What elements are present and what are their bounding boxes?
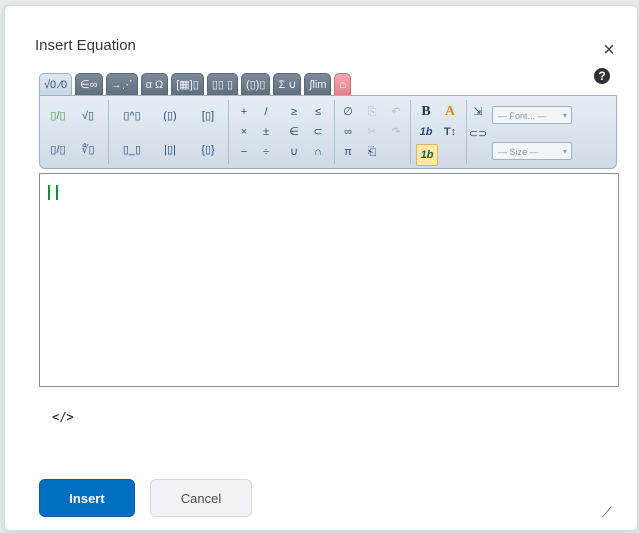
minus-button[interactable]: −: [234, 142, 254, 162]
equation-editor[interactable]: [39, 173, 619, 387]
fraction-group: ▯/▯ √▯ ▯/▯ ∜▯: [40, 100, 109, 164]
tab-sums[interactable]: Σ ∪: [273, 73, 302, 96]
format-group: B A 1b T↕ 1b: [414, 100, 467, 166]
sqrt-button[interactable]: √▯: [78, 106, 98, 126]
intersection-button[interactable]: ∩: [308, 142, 328, 162]
absolute-value-button[interactable]: |▯|: [160, 140, 180, 160]
font-select[interactable]: — Font... — ▾: [492, 106, 572, 124]
empty-set-button[interactable]: ∅: [338, 102, 358, 122]
cancel-button[interactable]: Cancel: [150, 479, 252, 517]
operators-group: + / ≥ ≤ × ± ∈ ⊂ − ÷ ∪ ∩: [234, 100, 335, 164]
dialog-title: Insert Equation: [35, 37, 136, 54]
font-color-button[interactable]: A: [440, 102, 460, 122]
size-select-label: — Size —: [498, 147, 539, 157]
divide-slash-button[interactable]: /: [256, 102, 276, 122]
close-icon[interactable]: ×: [599, 40, 619, 60]
bold-button[interactable]: B: [416, 102, 436, 122]
tab-templates[interactable]: √0 ⁄0: [39, 73, 73, 96]
tab-greek[interactable]: α Ω: [140, 73, 169, 96]
tab-calculus[interactable]: ∫lim: [304, 73, 332, 96]
insert-button[interactable]: Insert: [39, 479, 135, 517]
chevron-down-icon: ▾: [562, 147, 567, 156]
paste-icon[interactable]: ⎗: [362, 142, 382, 162]
superscript-button[interactable]: ▯^▯: [122, 106, 142, 126]
size-toggle-button[interactable]: T↕: [440, 122, 460, 142]
format-sample[interactable]: 1b: [416, 144, 438, 166]
resize-handle-icon[interactable]: ⟋: [602, 504, 612, 521]
size-select[interactable]: — Size — ▾: [492, 142, 572, 160]
tab-arrows[interactable]: →⋰: [105, 73, 138, 96]
plus-minus-button[interactable]: ±: [256, 122, 276, 142]
insert-icon[interactable]: ⇲: [468, 102, 488, 122]
redo-icon[interactable]: ↷: [386, 122, 406, 142]
help-icon[interactable]: ?: [594, 68, 610, 84]
parentheses-button[interactable]: (▯): [160, 106, 180, 126]
link-icon[interactable]: ⊂⊃: [468, 124, 488, 144]
font-select-label: — Font... —: [498, 111, 547, 121]
scripts-group: ▯^▯ (▯) [▯] ▯_▯ |▯| {▯}: [114, 100, 229, 164]
tab-scripts[interactable]: ▯▯ ▯: [206, 73, 239, 96]
brackets-button[interactable]: [▯]: [198, 106, 218, 126]
italic-button[interactable]: 1b: [416, 122, 436, 142]
insert-group: ⇲ ⊂⊃: [468, 100, 490, 164]
misc-group: ∅ ⎘ ↶ ∞ ✂ ↷ π ⎗: [338, 100, 411, 164]
element-of-button[interactable]: ∈: [284, 122, 304, 142]
undo-icon[interactable]: ↶: [386, 102, 406, 122]
input-caret: [48, 185, 58, 200]
tab-relations[interactable]: ∈∞: [75, 73, 103, 96]
equation-tabs: √0 ⁄0 ∈∞ →⋰ α Ω [▦]▯ ▯▯ ▯ (▯)▯ Σ ∪ ∫lim …: [39, 73, 352, 96]
pi-button[interactable]: π: [338, 142, 358, 162]
greater-equal-button[interactable]: ≥: [284, 102, 304, 122]
tab-matrices[interactable]: [▦]▯: [171, 73, 204, 96]
braces-button[interactable]: {▯}: [198, 140, 218, 160]
union-button[interactable]: ∪: [284, 142, 304, 162]
plus-button[interactable]: +: [234, 102, 254, 122]
source-toggle-button[interactable]: </>: [52, 410, 74, 424]
tab-brackets[interactable]: (▯)▯: [241, 73, 271, 96]
nth-root-button[interactable]: ∜▯: [78, 140, 98, 160]
cut-icon[interactable]: ✂: [362, 122, 382, 142]
times-button[interactable]: ×: [234, 122, 254, 142]
less-equal-button[interactable]: ≤: [308, 102, 328, 122]
bevel-fraction-button[interactable]: ▯/▯: [48, 140, 68, 160]
fraction-button[interactable]: ▯/▯: [48, 106, 68, 126]
subset-button[interactable]: ⊂: [308, 122, 328, 142]
equation-toolbar: ▯/▯ √▯ ▯/▯ ∜▯ ▯^▯ (▯) [▯] ▯_▯ |▯| {▯} + …: [39, 95, 617, 169]
tab-custom[interactable]: ⌂: [334, 73, 352, 96]
infinity-button[interactable]: ∞: [338, 122, 358, 142]
copy-icon[interactable]: ⎘: [362, 102, 382, 122]
division-button[interactable]: ÷: [256, 142, 276, 162]
chevron-down-icon: ▾: [562, 111, 567, 120]
subscript-button[interactable]: ▯_▯: [122, 140, 142, 160]
insert-equation-dialog: Insert Equation × ? √0 ⁄0 ∈∞ →⋰ α Ω [▦]▯…: [4, 5, 638, 531]
